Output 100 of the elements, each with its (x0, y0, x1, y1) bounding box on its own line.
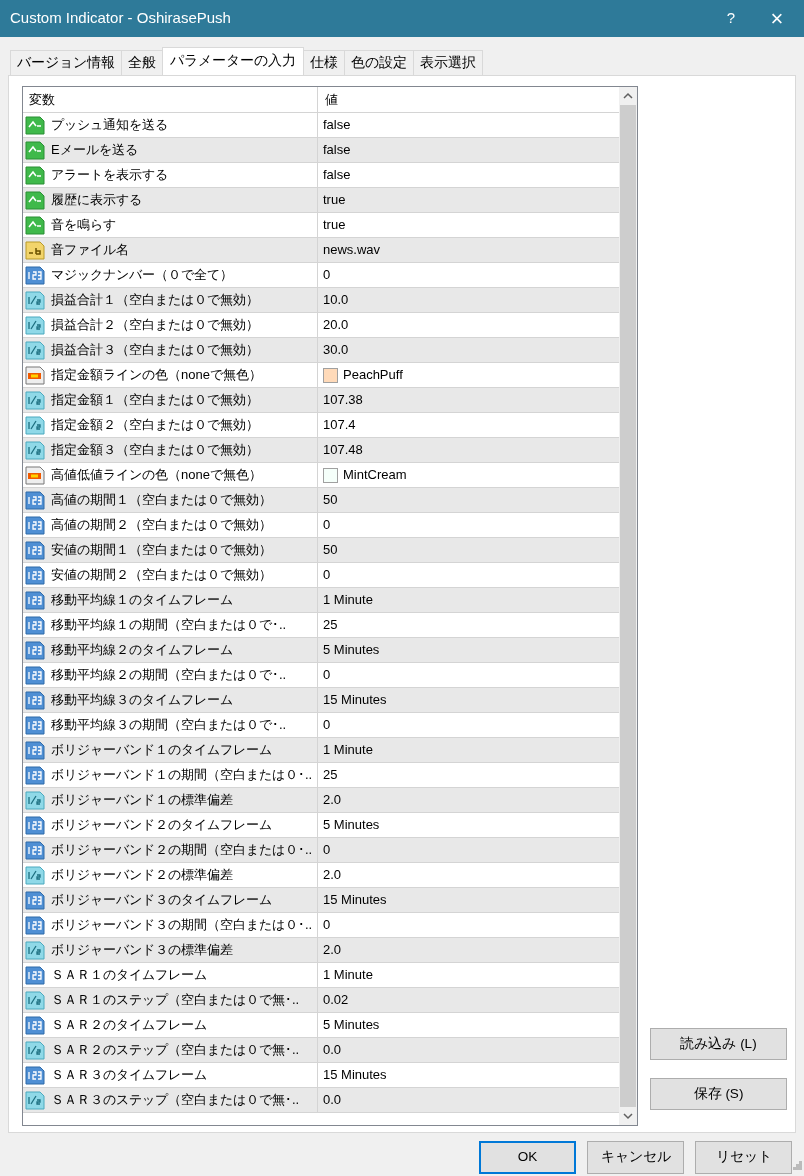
fraction-type-icon (25, 340, 45, 360)
parameter-name: 移動平均線２のタイムフレーム (51, 641, 233, 660)
side-button[interactable]: 保存 (S) (650, 1078, 787, 1110)
parameter-name: 指定金額２（空白または０で無効） (51, 416, 259, 435)
integer-type-icon (25, 490, 45, 510)
parameter-value[interactable]: 2.0 (323, 940, 342, 960)
parameter-name: 損益合計２（空白または０で無効） (51, 316, 259, 335)
close-button[interactable]: × (754, 0, 800, 37)
fraction-type-icon (25, 865, 45, 885)
integer-type-icon (25, 915, 45, 935)
fraction-type-icon (25, 440, 45, 460)
parameter-name: ＳＡＲ３のステップ（空白または０で無･.. (51, 1091, 300, 1110)
tab[interactable]: パラメーターの入力 (162, 47, 304, 75)
parameter-value[interactable]: 0 (323, 565, 331, 585)
parameter-value[interactable]: 20.0 (323, 315, 349, 335)
parameter-name: ＳＡＲ１のタイムフレーム (51, 966, 207, 985)
parameter-value[interactable]: true (323, 215, 346, 235)
parameter-name: 高値低値ラインの色（noneで無色） (51, 466, 262, 485)
tab[interactable]: 表示選択 (413, 50, 483, 75)
resize-grip-icon[interactable] (793, 1160, 802, 1170)
parameter-value[interactable]: 107.4 (323, 415, 356, 435)
text-type-icon (25, 240, 45, 260)
parameter-name: 音を鳴らす (51, 216, 116, 235)
dialog-button[interactable]: キャンセル (587, 1141, 684, 1174)
parameter-value[interactable]: 10.0 (323, 290, 349, 310)
parameter-name: 指定金額３（空白または０で無効） (51, 441, 259, 460)
parameter-value[interactable]: 0 (323, 840, 331, 860)
parameter-value[interactable]: MintCream (343, 465, 407, 485)
parameter-name: ボリジャーバンド３の期間（空白または０･.. (51, 916, 313, 935)
parameter-value[interactable]: 0 (323, 715, 331, 735)
parameter-value[interactable]: 107.38 (323, 390, 363, 410)
parameter-value[interactable]: 25 (323, 765, 338, 785)
fraction-type-icon (25, 1040, 45, 1060)
parameter-value[interactable]: news.wav (323, 240, 381, 260)
parameter-value[interactable]: 2.0 (323, 865, 342, 885)
toggle-type-icon (25, 215, 45, 235)
parameter-value[interactable]: 15 Minutes (323, 890, 387, 910)
parameter-value[interactable]: 0.0 (323, 1090, 342, 1110)
parameter-value[interactable]: 0.0 (323, 1040, 342, 1060)
parameter-value[interactable]: 25 (323, 615, 338, 635)
integer-type-icon (25, 1065, 45, 1085)
parameter-value[interactable]: 1 Minute (323, 740, 373, 760)
parameter-name: ボリジャーバンド３のタイムフレーム (51, 891, 272, 910)
fraction-type-icon (25, 940, 45, 960)
fraction-type-icon (25, 290, 45, 310)
side-button[interactable]: 読み込み (L) (650, 1028, 787, 1060)
window-title: Custom Indicator - OshirasePush (9, 8, 232, 29)
integer-type-icon (25, 765, 45, 785)
parameter-value[interactable]: 0 (323, 515, 331, 535)
parameter-name: 履歴に表示する (51, 191, 142, 210)
integer-type-icon (25, 890, 45, 910)
parameter-value[interactable]: false (323, 165, 351, 185)
parameter-value[interactable]: 15 Minutes (323, 1065, 387, 1085)
fraction-type-icon (25, 1090, 45, 1110)
parameter-name: ボリジャーバンド２のタイムフレーム (51, 816, 272, 835)
parameter-name: ボリジャーバンド２の標準偏差 (51, 866, 233, 885)
parameter-value[interactable]: 107.48 (323, 440, 363, 460)
integer-type-icon (25, 1015, 45, 1035)
scrollbar[interactable] (619, 87, 637, 1125)
parameter-name: 移動平均線２の期間（空白または０で･.. (51, 666, 287, 685)
parameter-value[interactable]: 1 Minute (323, 965, 373, 985)
integer-type-icon (25, 665, 45, 685)
parameter-name: ＳＡＲ１のステップ（空白または０で無･.. (51, 991, 300, 1010)
help-button[interactable]: ? (708, 0, 754, 37)
parameter-value[interactable]: true (323, 190, 346, 210)
parameter-name: 移動平均線１のタイムフレーム (51, 591, 233, 610)
parameter-value[interactable]: PeachPuff (343, 365, 403, 385)
parameter-name: ＳＡＲ３のタイムフレーム (51, 1066, 207, 1085)
parameter-value[interactable]: 5 Minutes (323, 815, 380, 835)
parameter-value[interactable]: 50 (323, 490, 338, 510)
parameter-value[interactable]: 15 Minutes (323, 690, 387, 710)
parameter-name: 移動平均線３のタイムフレーム (51, 691, 233, 710)
parameter-value[interactable]: 0 (323, 915, 331, 935)
parameter-value[interactable]: 5 Minutes (323, 640, 380, 660)
parameter-value[interactable]: 30.0 (323, 340, 349, 360)
integer-type-icon (25, 690, 45, 710)
parameter-name: 指定金額１（空白または０で無効） (51, 391, 259, 410)
parameter-value[interactable]: false (323, 115, 351, 135)
fraction-type-icon (25, 315, 45, 335)
integer-type-icon (25, 590, 45, 610)
toggle-type-icon (25, 165, 45, 185)
parameter-value[interactable]: 5 Minutes (323, 1015, 380, 1035)
parameter-value[interactable]: false (323, 140, 351, 160)
dialog-button[interactable]: リセット (695, 1141, 792, 1174)
parameter-value[interactable]: 2.0 (323, 790, 342, 810)
dialog-button[interactable]: OK (479, 1141, 576, 1174)
parameter-value[interactable]: 0.02 (323, 990, 349, 1010)
fraction-type-icon (25, 790, 45, 810)
parameter-value[interactable]: 1 Minute (323, 590, 373, 610)
integer-type-icon (25, 515, 45, 535)
integer-type-icon (25, 815, 45, 835)
integer-type-icon (25, 840, 45, 860)
parameter-name: 指定金額ラインの色（noneで無色） (51, 366, 262, 385)
color-type-icon (25, 365, 45, 385)
toggle-type-icon (25, 115, 45, 135)
parameter-value[interactable]: 0 (323, 265, 331, 285)
tab[interactable]: バージョン情報 (10, 50, 122, 75)
parameter-value[interactable]: 50 (323, 540, 338, 560)
integer-type-icon (25, 265, 45, 285)
parameter-value[interactable]: 0 (323, 665, 331, 685)
